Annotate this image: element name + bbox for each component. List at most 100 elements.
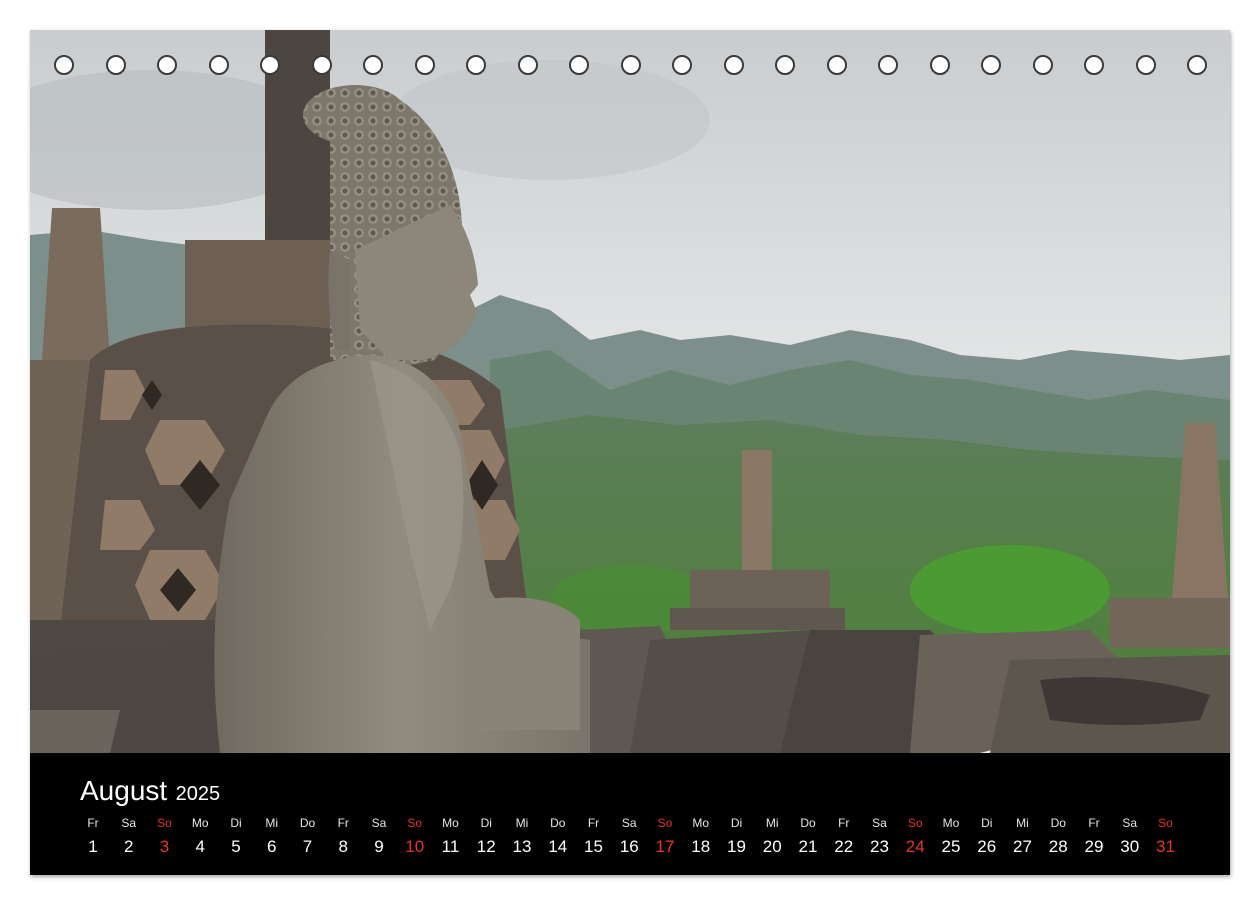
day-cell: Do 7 xyxy=(291,815,325,857)
day-number: 11 xyxy=(441,837,460,856)
day-number: 5 xyxy=(231,837,241,856)
weekday-label: Fr xyxy=(1088,816,1100,830)
day-number: 4 xyxy=(195,837,205,856)
day-number: 31 xyxy=(1156,837,1175,856)
day-cell: Mo 25 xyxy=(934,815,968,857)
weekday-label: Fr xyxy=(337,816,349,830)
day-number: 28 xyxy=(1048,837,1068,856)
day-cell: Sa 16 xyxy=(612,815,646,857)
weekday-label: Sa xyxy=(1122,816,1138,830)
calendar-page: August 2025 Fr 1 Sa 2 So 3 Mo 4 Di 5 Mi 6 Do 7 Fr 8 Sa 9 S… xyxy=(30,30,1230,875)
day-number: 27 xyxy=(1013,837,1032,856)
binding-hole xyxy=(878,55,898,75)
day-number: 24 xyxy=(905,837,925,856)
weekday-label: Mo xyxy=(692,816,710,830)
binding-hole xyxy=(672,55,692,75)
day-cell: Mi 13 xyxy=(505,815,539,857)
weekday-label: Mi xyxy=(765,816,779,830)
weekday-label: Di xyxy=(981,816,993,830)
weekday-label: Mi xyxy=(515,816,529,830)
day-number: 3 xyxy=(159,837,170,856)
day-number: 6 xyxy=(267,837,277,856)
month-name: August xyxy=(80,775,168,806)
weekday-label: Do xyxy=(550,816,566,830)
day-cell: So 10 xyxy=(398,815,432,857)
day-number: 21 xyxy=(798,837,818,856)
day-number: 30 xyxy=(1120,837,1140,856)
weekday-label: So xyxy=(907,816,923,830)
weekday-label: So xyxy=(1158,816,1173,830)
day-cell: Mi 27 xyxy=(1006,815,1040,857)
day-number: 29 xyxy=(1084,837,1104,856)
weekday-label: Mo xyxy=(191,816,209,830)
weekday-label: Mi xyxy=(1016,816,1029,830)
binding-hole xyxy=(54,55,74,75)
binding-hole xyxy=(414,55,435,75)
binding-hole xyxy=(363,55,383,75)
day-number: 16 xyxy=(619,837,639,856)
day-cell: Mi 20 xyxy=(755,815,789,857)
day-number: 2 xyxy=(124,837,134,856)
day-number: 25 xyxy=(941,837,961,856)
day-cell: Do 28 xyxy=(1041,815,1075,857)
binding-hole xyxy=(929,55,950,75)
day-cell: Mo 4 xyxy=(183,815,217,857)
day-number: 8 xyxy=(338,837,348,856)
day-number: 19 xyxy=(727,837,746,856)
day-cell: So 3 xyxy=(148,815,182,857)
day-cell: Mo 11 xyxy=(434,815,468,857)
binding-hole xyxy=(775,55,795,75)
binding-hole xyxy=(723,55,744,75)
binding-hole xyxy=(569,55,589,75)
day-cell: Sa 30 xyxy=(1113,815,1147,857)
day-cell: Mo 18 xyxy=(684,815,718,857)
day-number: 20 xyxy=(762,837,782,856)
weekday-label: Di xyxy=(730,816,743,830)
day-number: 14 xyxy=(548,837,568,856)
calendar-strip: August 2025 Fr 1 Sa 2 So 3 Mo 4 Di 5 Mi 6 Do 7 Fr 8 Sa 9 S… xyxy=(30,753,1230,875)
binding-hole xyxy=(1135,55,1156,75)
day-number: 1 xyxy=(88,837,98,856)
day-cell: So 24 xyxy=(898,815,932,857)
weekday-label: Di xyxy=(230,816,242,830)
weekday-label: Fr xyxy=(587,816,600,830)
day-cell: So 31 xyxy=(1149,815,1183,857)
binding-hole xyxy=(1084,55,1104,75)
day-number: 22 xyxy=(834,837,854,856)
day-cell: Do 14 xyxy=(541,815,575,857)
weekday-label: Sa xyxy=(621,816,637,830)
binding-hole xyxy=(157,55,177,75)
day-cell: Sa 23 xyxy=(863,815,897,857)
weekday-label: Sa xyxy=(121,816,137,830)
day-number: 7 xyxy=(302,837,313,856)
day-cell: Fr 8 xyxy=(326,815,360,857)
day-number: 13 xyxy=(512,837,532,856)
foreground-stones xyxy=(30,626,1230,753)
day-number: 23 xyxy=(870,837,889,856)
day-cell: Di 19 xyxy=(720,815,754,857)
binding-hole xyxy=(260,55,280,75)
binding-hole xyxy=(826,55,847,75)
weekday-label: So xyxy=(157,816,172,830)
day-cell: Fr 1 xyxy=(76,815,110,857)
weekday-label: Mo xyxy=(442,816,459,830)
weekday-label: Fr xyxy=(87,816,99,830)
binding-hole xyxy=(517,55,538,75)
binding-hole xyxy=(466,55,486,75)
weekday-label: So xyxy=(407,816,423,830)
binding-hole xyxy=(620,55,641,75)
day-cell: Sa 2 xyxy=(112,815,146,857)
weekday-label: Mo xyxy=(942,816,960,830)
day-number: 17 xyxy=(655,837,675,856)
day-number: 12 xyxy=(476,837,496,856)
day-cell: Fr 29 xyxy=(1077,815,1111,857)
month-year: 2025 xyxy=(175,783,221,805)
day-cell: Do 21 xyxy=(791,815,825,857)
weekday-label: Sa xyxy=(371,816,387,830)
day-number: 26 xyxy=(977,837,997,856)
weekday-label: Sa xyxy=(872,816,887,830)
buddha-statue-photo xyxy=(30,30,1230,753)
day-cell: Sa 9 xyxy=(362,815,396,857)
binding-hole xyxy=(981,55,1001,75)
day-cell: Di 5 xyxy=(219,815,253,857)
